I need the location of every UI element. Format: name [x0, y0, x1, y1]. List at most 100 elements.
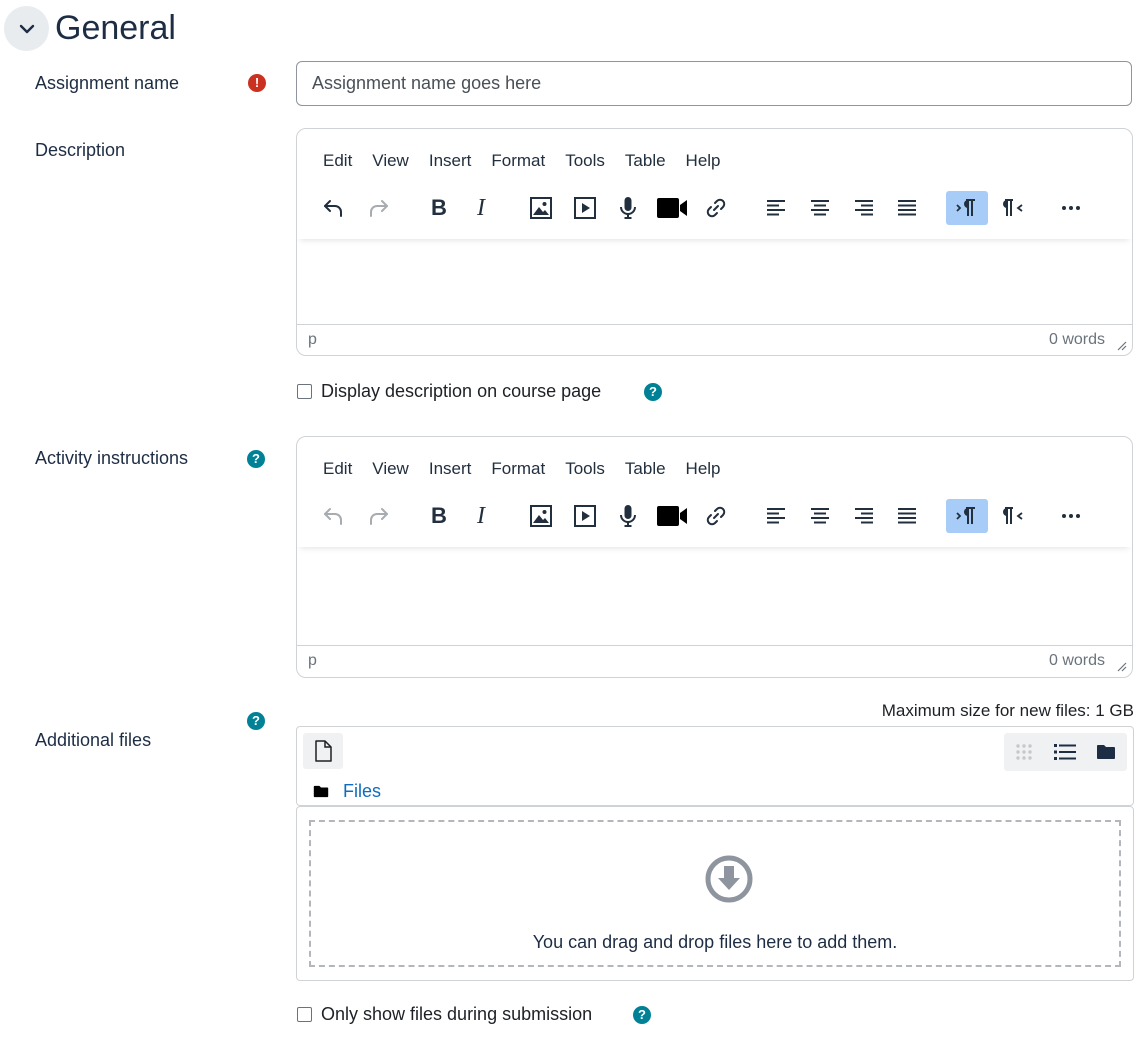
add-file-button[interactable]: [303, 733, 343, 769]
bold-button[interactable]: B: [418, 191, 458, 225]
resize-handle-icon[interactable]: [1116, 340, 1127, 351]
align-right-icon: [855, 200, 873, 216]
help-icon[interactable]: ?: [247, 450, 265, 468]
menu-tools[interactable]: Tools: [555, 457, 615, 481]
description-label: Description: [35, 140, 126, 160]
left-to-right-icon: [956, 199, 975, 216]
menu-view[interactable]: View: [362, 149, 419, 173]
activity-menubar: Edit View Insert Format Tools Table Help: [313, 457, 731, 481]
grid-icon: [1016, 744, 1032, 760]
ltr-button[interactable]: [946, 191, 988, 225]
redo-icon: [370, 508, 388, 525]
align-right-button[interactable]: [844, 191, 884, 225]
align-right-icon: [855, 508, 873, 524]
folder-icon: [313, 785, 329, 797]
drop-zone-text: You can drag and drop files here to add …: [532, 932, 898, 952]
link-icon: [706, 198, 726, 218]
align-left-button[interactable]: [756, 499, 796, 533]
menu-format[interactable]: Format: [481, 457, 555, 481]
svg-text:B: B: [431, 504, 447, 528]
download-arrow-icon: [705, 855, 753, 903]
description-menubar: Edit View Insert Format Tools Table Help: [313, 149, 731, 173]
description-editor-area[interactable]: [297, 239, 1132, 325]
resize-handle-icon[interactable]: [1116, 661, 1127, 672]
align-justify-icon: [898, 508, 916, 524]
left-to-right-icon: [956, 507, 975, 524]
list-icon: [1054, 744, 1076, 760]
menu-edit[interactable]: Edit: [313, 457, 362, 481]
redo-button[interactable]: [359, 499, 399, 533]
menu-table[interactable]: Table: [615, 149, 676, 173]
description-toolbar: B I: [297, 187, 1132, 231]
menu-edit[interactable]: Edit: [313, 149, 362, 173]
menu-format[interactable]: Format: [481, 149, 555, 173]
rtl-button[interactable]: [993, 191, 1033, 225]
collapse-section-button[interactable]: [4, 6, 49, 51]
media-icon: [574, 505, 596, 527]
word-count[interactable]: 0 words: [1049, 331, 1105, 349]
more-icon: [1062, 514, 1080, 518]
word-count[interactable]: 0 words: [1049, 652, 1105, 670]
align-center-button[interactable]: [800, 499, 840, 533]
more-button[interactable]: [1051, 499, 1091, 533]
chevron-down-icon: [19, 24, 34, 33]
description-editor: Edit View Insert Format Tools Table Help…: [296, 128, 1133, 356]
files-folder-link[interactable]: Files: [343, 779, 381, 803]
description-statusbar: p 0 words: [297, 325, 1132, 355]
align-justify-button[interactable]: [887, 499, 927, 533]
insert-link-button[interactable]: [696, 191, 736, 225]
menu-insert[interactable]: Insert: [419, 457, 482, 481]
display-description-label: Display description on course page: [321, 381, 602, 401]
right-to-left-icon: [1003, 199, 1023, 216]
record-audio-button[interactable]: [608, 499, 648, 533]
activity-instructions-label: Activity instructions: [35, 448, 189, 468]
view-tree-button[interactable]: [1086, 733, 1126, 771]
only-show-files-checkbox[interactable]: [297, 1007, 312, 1022]
menu-help[interactable]: Help: [676, 457, 731, 481]
more-button[interactable]: [1051, 191, 1091, 225]
help-icon[interactable]: ?: [633, 1006, 651, 1024]
record-video-button[interactable]: [652, 191, 692, 225]
display-description-checkbox[interactable]: [297, 384, 312, 399]
record-video-button[interactable]: [652, 499, 692, 533]
menu-insert[interactable]: Insert: [419, 149, 482, 173]
help-icon[interactable]: ?: [247, 712, 265, 730]
activity-editor-area[interactable]: [297, 547, 1132, 646]
element-path[interactable]: p: [308, 331, 317, 349]
align-justify-button[interactable]: [887, 191, 927, 225]
view-list-button[interactable]: [1045, 733, 1085, 771]
activity-toolbar: B I: [297, 495, 1132, 539]
file-drop-zone[interactable]: You can drag and drop files here to add …: [296, 806, 1134, 981]
menu-help[interactable]: Help: [676, 149, 731, 173]
italic-button[interactable]: I: [462, 499, 502, 533]
activity-statusbar: p 0 words: [297, 646, 1132, 677]
svg-text:I: I: [476, 504, 486, 528]
help-icon[interactable]: ?: [644, 383, 662, 401]
insert-media-button[interactable]: [565, 191, 605, 225]
undo-button[interactable]: [313, 499, 353, 533]
align-center-button[interactable]: [800, 191, 840, 225]
redo-button[interactable]: [359, 191, 399, 225]
insert-media-button[interactable]: [565, 499, 605, 533]
view-icons-button[interactable]: [1004, 733, 1044, 771]
insert-image-button[interactable]: [521, 499, 561, 533]
file-path: Files: [313, 779, 381, 803]
menu-view[interactable]: View: [362, 457, 419, 481]
image-icon: [530, 505, 552, 527]
insert-image-button[interactable]: [521, 191, 561, 225]
align-left-button[interactable]: [756, 191, 796, 225]
rtl-button[interactable]: [993, 499, 1033, 533]
align-right-button[interactable]: [844, 499, 884, 533]
record-audio-button[interactable]: [608, 191, 648, 225]
bold-button[interactable]: B: [418, 499, 458, 533]
italic-button[interactable]: I: [462, 191, 502, 225]
media-icon: [574, 197, 596, 219]
ltr-button[interactable]: [946, 499, 988, 533]
assignment-name-input[interactable]: [296, 61, 1132, 106]
align-center-icon: [811, 200, 829, 216]
menu-tools[interactable]: Tools: [555, 149, 615, 173]
element-path[interactable]: p: [308, 652, 317, 670]
insert-link-button[interactable]: [696, 499, 736, 533]
undo-button[interactable]: [313, 191, 353, 225]
menu-table[interactable]: Table: [615, 457, 676, 481]
